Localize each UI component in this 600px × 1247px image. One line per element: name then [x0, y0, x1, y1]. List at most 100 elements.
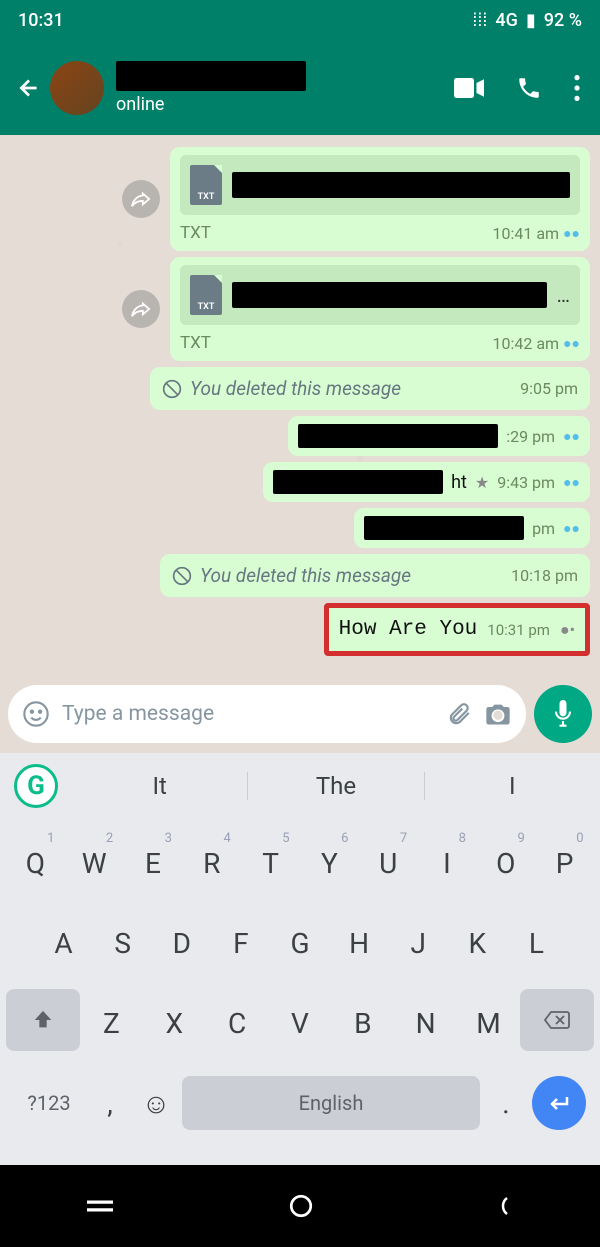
suggestion-bar: G It The I [0, 753, 600, 819]
key-t[interactable]: T5 [246, 829, 296, 897]
message-text[interactable]: ht ★ 9:43 pm ●● [263, 462, 590, 502]
enter-key[interactable] [532, 1076, 586, 1130]
key-d[interactable]: D [157, 909, 207, 977]
suggestion-1[interactable]: It [72, 772, 248, 800]
key-u[interactable]: U7 [363, 829, 413, 897]
msg-time: 10:18 pm [511, 566, 578, 585]
read-receipt-icon: ●● [563, 225, 580, 242]
attach-icon[interactable] [446, 701, 472, 727]
key-x[interactable]: X [149, 989, 199, 1057]
key-j[interactable]: J [393, 909, 443, 977]
signal-icon: ⁞⁞⁞ [472, 10, 487, 31]
msg-time: pm [532, 519, 555, 538]
deleted-message[interactable]: You deleted this message 10:18 pm [160, 554, 590, 597]
text-redacted [273, 470, 443, 494]
key-g[interactable]: G [275, 909, 325, 977]
contact-info[interactable]: online [116, 61, 454, 115]
status-right: ⁞⁞⁞ 4G ▮92 % [472, 10, 582, 31]
sending-icon: ●• [560, 620, 575, 640]
suggestion-3[interactable]: I [425, 772, 600, 800]
input-placeholder: Type a message [62, 702, 434, 726]
contact-avatar[interactable] [50, 61, 104, 115]
key-l[interactable]: L [511, 909, 561, 977]
key-q[interactable]: Q1 [10, 829, 60, 897]
key-row-4: ?123 , ☺ English . [6, 1069, 594, 1137]
file-name-redacted [232, 172, 570, 198]
back-nav-button[interactable] [489, 1194, 513, 1218]
forward-icon[interactable] [122, 180, 160, 218]
message-input[interactable]: Type a message [8, 685, 526, 743]
key-h[interactable]: H [334, 909, 384, 977]
key-row-3: ZXCVBNM [6, 989, 594, 1057]
key-row-1: Q1W2E3R4T5Y6U7I8O9P0 [6, 829, 594, 897]
text-suffix: ht [451, 472, 467, 493]
back-button[interactable] [12, 71, 46, 105]
key-n[interactable]: N [401, 989, 451, 1057]
battery-pct: 92 % [544, 10, 582, 31]
msg-time: 10:42 am [493, 334, 560, 353]
file-type: TXT [180, 333, 211, 353]
key-c[interactable]: C [212, 989, 262, 1057]
key-r[interactable]: R4 [187, 829, 237, 897]
msg-time: 9:43 pm [497, 473, 555, 492]
recent-apps-button[interactable] [87, 1200, 113, 1212]
emoji-icon[interactable] [22, 700, 50, 728]
deleted-text: You deleted this message [200, 564, 411, 587]
forward-icon[interactable] [122, 290, 160, 328]
key-y[interactable]: Y6 [304, 829, 354, 897]
msg-time: :29 pm [506, 427, 555, 446]
txt-file-icon: TXT [190, 275, 222, 315]
key-o[interactable]: O9 [481, 829, 531, 897]
key-m[interactable]: M [463, 989, 513, 1057]
grammarly-icon[interactable]: G [14, 764, 58, 808]
contact-status: online [116, 94, 454, 115]
key-a[interactable]: A [39, 909, 89, 977]
key-s[interactable]: S [98, 909, 148, 977]
status-bar: 10:31 ⁞⁞⁞ 4G ▮92 % [0, 0, 600, 40]
network-type: 4G [495, 10, 518, 31]
home-button[interactable] [288, 1193, 314, 1219]
period-key[interactable]: . [486, 1069, 526, 1137]
space-key[interactable]: English [182, 1076, 480, 1130]
input-area: Type a message [0, 675, 600, 753]
key-v[interactable]: V [275, 989, 325, 1057]
deleted-message[interactable]: You deleted this message 9:05 pm [150, 367, 590, 410]
comma-key[interactable]: , [90, 1069, 130, 1137]
key-i[interactable]: I8 [422, 829, 472, 897]
key-k[interactable]: K [452, 909, 502, 977]
shift-key[interactable] [6, 989, 80, 1051]
read-receipt-icon: ●● [563, 428, 580, 445]
message-file-2[interactable]: TXT … TXT 10:42 am●● [170, 257, 590, 361]
message-text-content: How Are You [339, 614, 478, 645]
message-text[interactable]: pm ●● [354, 508, 590, 548]
star-icon: ★ [475, 473, 489, 492]
status-time: 10:31 [18, 10, 64, 31]
txt-file-icon: TXT [190, 165, 222, 205]
key-w[interactable]: W2 [69, 829, 119, 897]
file-name-ellipsis: … [557, 283, 570, 307]
message-file-1[interactable]: TXT TXT 10:41 am●● [170, 147, 590, 251]
message-text[interactable]: :29 pm ●● [288, 416, 590, 456]
deleted-text: You deleted this message [190, 377, 401, 400]
backspace-key[interactable] [520, 989, 594, 1051]
key-b[interactable]: B [338, 989, 388, 1057]
camera-icon[interactable] [484, 702, 512, 726]
key-z[interactable]: Z [86, 989, 136, 1057]
chat-area[interactable]: TXT TXT 10:41 am●● TXT … TXT 10:42 am●● [0, 135, 600, 675]
highlighted-message[interactable]: How Are You 10:31 pm ●• [324, 603, 590, 656]
msg-time: 10:31 pm [487, 621, 550, 639]
symbols-key[interactable]: ?123 [14, 1074, 84, 1132]
voice-call-icon[interactable] [516, 75, 542, 101]
emoji-key[interactable]: ☺ [136, 1069, 176, 1137]
key-p[interactable]: P0 [540, 829, 590, 897]
video-call-icon[interactable] [454, 78, 484, 98]
file-type: TXT [180, 223, 211, 243]
msg-time: 9:05 pm [520, 379, 578, 398]
file-name-redacted [232, 282, 547, 308]
suggestion-2[interactable]: The [248, 772, 424, 800]
menu-icon[interactable] [574, 75, 580, 101]
mic-button[interactable] [534, 685, 592, 743]
key-f[interactable]: F [216, 909, 266, 977]
text-redacted [364, 516, 524, 540]
key-e[interactable]: E3 [128, 829, 178, 897]
